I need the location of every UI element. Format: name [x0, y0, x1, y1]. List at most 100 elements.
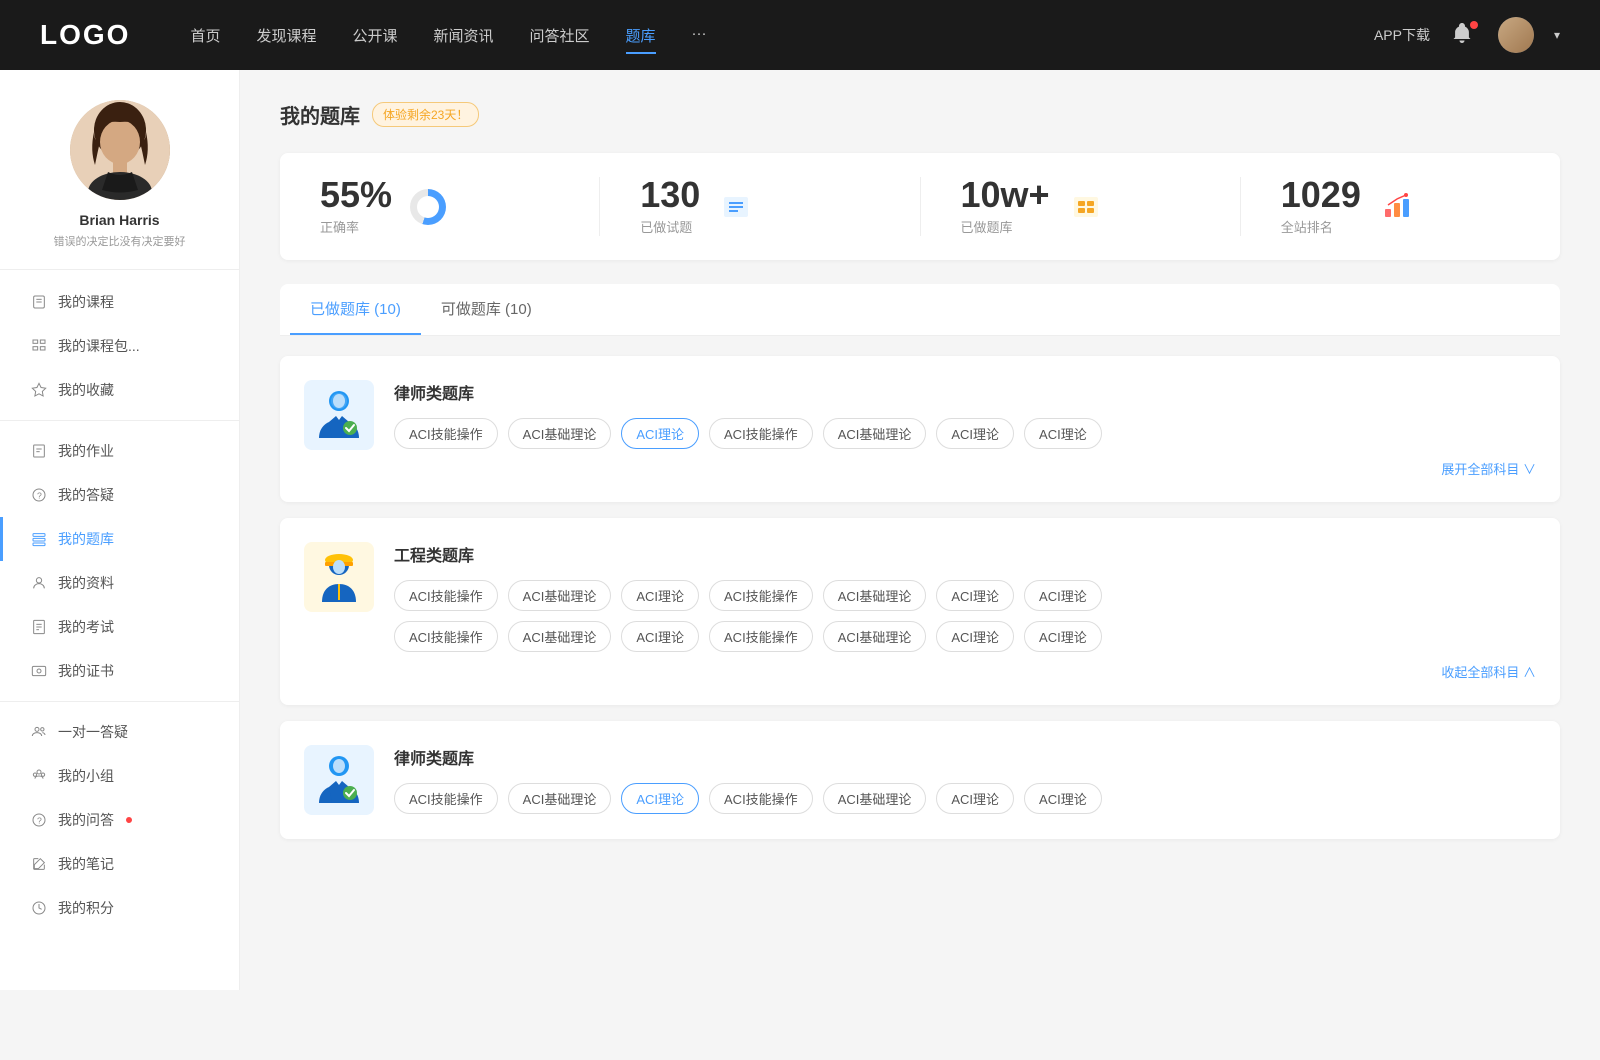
cert-icon: [30, 662, 48, 680]
collapse-button-2[interactable]: 收起全部科目 ∧: [394, 662, 1536, 681]
qbank-tag-active[interactable]: ACI理论: [621, 783, 699, 814]
qbank-tags-row2-2: ACI技能操作 ACI基础理论 ACI理论 ACI技能操作 ACI基础理论 AC…: [394, 621, 1536, 652]
qbank-icon-lawyer-3: [304, 745, 374, 815]
sidebar-item-profile[interactable]: 我的资料: [0, 561, 239, 605]
notification-dot: [1470, 21, 1478, 29]
nav-more[interactable]: ···: [692, 21, 707, 50]
rank-icon: [1377, 187, 1417, 227]
qbank-tag[interactable]: ACI技能操作: [709, 783, 813, 814]
sidebar-item-exam[interactable]: 我的考试: [0, 605, 239, 649]
sidebar-profile: Brian Harris 错误的决定比没有决定要好: [0, 100, 239, 270]
nav-right: APP下载 ▾: [1374, 17, 1560, 53]
tab-available-banks[interactable]: 可做题库 (10): [421, 284, 552, 335]
star-icon: [30, 381, 48, 399]
qbank-tag[interactable]: ACI理论: [621, 621, 699, 652]
nav-qbank[interactable]: 题库: [626, 21, 656, 50]
qbank-tag[interactable]: ACI基础理论: [508, 621, 612, 652]
qbank-card-1: 律师类题库 ACI技能操作 ACI基础理论 ACI理论 ACI技能操作 ACI基…: [280, 356, 1560, 502]
qbank-title-1: 律师类题库: [394, 380, 1536, 404]
qbank-icon: [30, 530, 48, 548]
expand-button-1[interactable]: 展开全部科目 ∨: [394, 459, 1536, 478]
nav-qa[interactable]: 问答社区: [530, 21, 590, 50]
qbank-tag[interactable]: ACI技能操作: [709, 621, 813, 652]
qbank-tag[interactable]: ACI理论: [936, 621, 1014, 652]
qbank-title-2: 工程类题库: [394, 542, 1536, 566]
logo: LOGO: [40, 19, 130, 51]
tab-done-banks[interactable]: 已做题库 (10): [290, 284, 421, 335]
sidebar-item-qbank[interactable]: 我的题库: [0, 517, 239, 561]
stats-bar: 55% 正确率 130 已做试题 10w+ 已做题库: [280, 153, 1560, 260]
question-icon: ?: [30, 486, 48, 504]
sidebar-item-notes[interactable]: 我的笔记: [0, 842, 239, 886]
qbank-tag[interactable]: ACI理论: [1024, 621, 1102, 652]
main-content: 我的题库 体验剩余23天！ 55% 正确率 130 已做试题: [240, 70, 1600, 990]
sidebar-menu: 我的课程 我的课程包... 我的收藏 我的作业: [0, 280, 239, 930]
points-icon: [30, 899, 48, 917]
sidebar: Brian Harris 错误的决定比没有决定要好 我的课程 我的课程包...: [0, 70, 240, 990]
qbank-tag[interactable]: ACI技能操作: [394, 783, 498, 814]
sidebar-item-package[interactable]: 我的课程包...: [0, 324, 239, 368]
sidebar-item-one-on-one[interactable]: 一对一答疑: [0, 710, 239, 754]
qbank-tag[interactable]: ACI基础理论: [508, 580, 612, 611]
stat-rank: 1029 全站排名: [1241, 177, 1560, 236]
qbank-tag[interactable]: ACI技能操作: [394, 580, 498, 611]
app-download-link[interactable]: APP下载: [1374, 25, 1430, 45]
qbank-tag[interactable]: ACI基础理论: [508, 783, 612, 814]
nav-links: 首页 发现课程 公开课 新闻资讯 问答社区 题库 ···: [190, 21, 1374, 50]
main-layout: Brian Harris 错误的决定比没有决定要好 我的课程 我的课程包...: [0, 70, 1600, 990]
qbank-card-2: 工程类题库 ACI技能操作 ACI基础理论 ACI理论 ACI技能操作 ACI基…: [280, 518, 1560, 705]
nav-opencourse[interactable]: 公开课: [352, 21, 397, 50]
qbank-tags-3: ACI技能操作 ACI基础理论 ACI理论 ACI技能操作 ACI基础理论 AC…: [394, 783, 1536, 814]
qbank-tag[interactable]: ACI基础理论: [823, 621, 927, 652]
stat-done-questions: 130 已做试题: [600, 177, 920, 236]
qbank-tag-active[interactable]: ACI理论: [621, 418, 699, 449]
stat-done-banks: 10w+ 已做题库: [921, 177, 1241, 236]
qbank-tag[interactable]: ACI技能操作: [709, 580, 813, 611]
qbank-tag[interactable]: ACI基础理论: [508, 418, 612, 449]
rank-label: 全站排名: [1281, 217, 1361, 236]
qbank-tag[interactable]: ACI理论: [1024, 418, 1102, 449]
qbank-tags-1: ACI技能操作 ACI基础理论 ACI理论 ACI技能操作 ACI基础理论 AC…: [394, 418, 1536, 449]
qbank-tag[interactable]: ACI技能操作: [709, 418, 813, 449]
qbank-tag[interactable]: ACI技能操作: [394, 621, 498, 652]
qbank-tag[interactable]: ACI理论: [1024, 783, 1102, 814]
profile-icon: [30, 574, 48, 592]
sidebar-item-group[interactable]: 我的小组: [0, 754, 239, 798]
avatar-image: [1498, 17, 1534, 53]
sidebar-item-qa[interactable]: ? 我的答疑: [0, 473, 239, 517]
qbank-tag[interactable]: ACI理论: [621, 580, 699, 611]
user-motto: 错误的决定比没有决定要好: [54, 233, 186, 249]
qbank-card-3: 律师类题库 ACI技能操作 ACI基础理论 ACI理论 ACI技能操作 ACI基…: [280, 721, 1560, 839]
account-chevron-icon[interactable]: ▾: [1554, 28, 1560, 42]
qbank-tag[interactable]: ACI理论: [936, 418, 1014, 449]
course-icon: [30, 293, 48, 311]
qbank-title-3: 律师类题库: [394, 745, 1536, 769]
sidebar-item-favorites[interactable]: 我的收藏: [0, 368, 239, 412]
done-banks-number: 10w+: [961, 177, 1050, 213]
page-title: 我的题库: [280, 100, 360, 129]
accuracy-label: 正确率: [320, 217, 392, 236]
sidebar-item-course[interactable]: 我的课程: [0, 280, 239, 324]
qbank-tag[interactable]: ACI理论: [936, 580, 1014, 611]
sidebar-item-homework[interactable]: 我的作业: [0, 429, 239, 473]
qbank-tag[interactable]: ACI基础理论: [823, 418, 927, 449]
accuracy-number: 55%: [320, 177, 392, 213]
qbank-tag[interactable]: ACI基础理论: [823, 580, 927, 611]
qbank-tag[interactable]: ACI技能操作: [394, 418, 498, 449]
tabs-bar: 已做题库 (10) 可做题库 (10): [280, 284, 1560, 336]
pie-icon: [410, 189, 446, 225]
qbank-tag[interactable]: ACI理论: [936, 783, 1014, 814]
nav-home[interactable]: 首页: [190, 21, 220, 50]
sidebar-item-cert[interactable]: 我的证书: [0, 649, 239, 693]
sidebar-item-myqa[interactable]: ? 我的问答: [0, 798, 239, 842]
nav-news[interactable]: 新闻资讯: [434, 21, 494, 50]
sidebar-item-points[interactable]: 我的积分: [0, 886, 239, 930]
nav-discover[interactable]: 发现课程: [256, 21, 316, 50]
user-avatar[interactable]: [1498, 17, 1534, 53]
notification-bell[interactable]: [1450, 21, 1478, 49]
qbank-tag[interactable]: ACI基础理论: [823, 783, 927, 814]
qbank-tag[interactable]: ACI理论: [1024, 580, 1102, 611]
grid-icon: [1066, 187, 1106, 227]
trial-badge: 体验剩余23天！: [372, 102, 479, 127]
note-icon: [30, 855, 48, 873]
